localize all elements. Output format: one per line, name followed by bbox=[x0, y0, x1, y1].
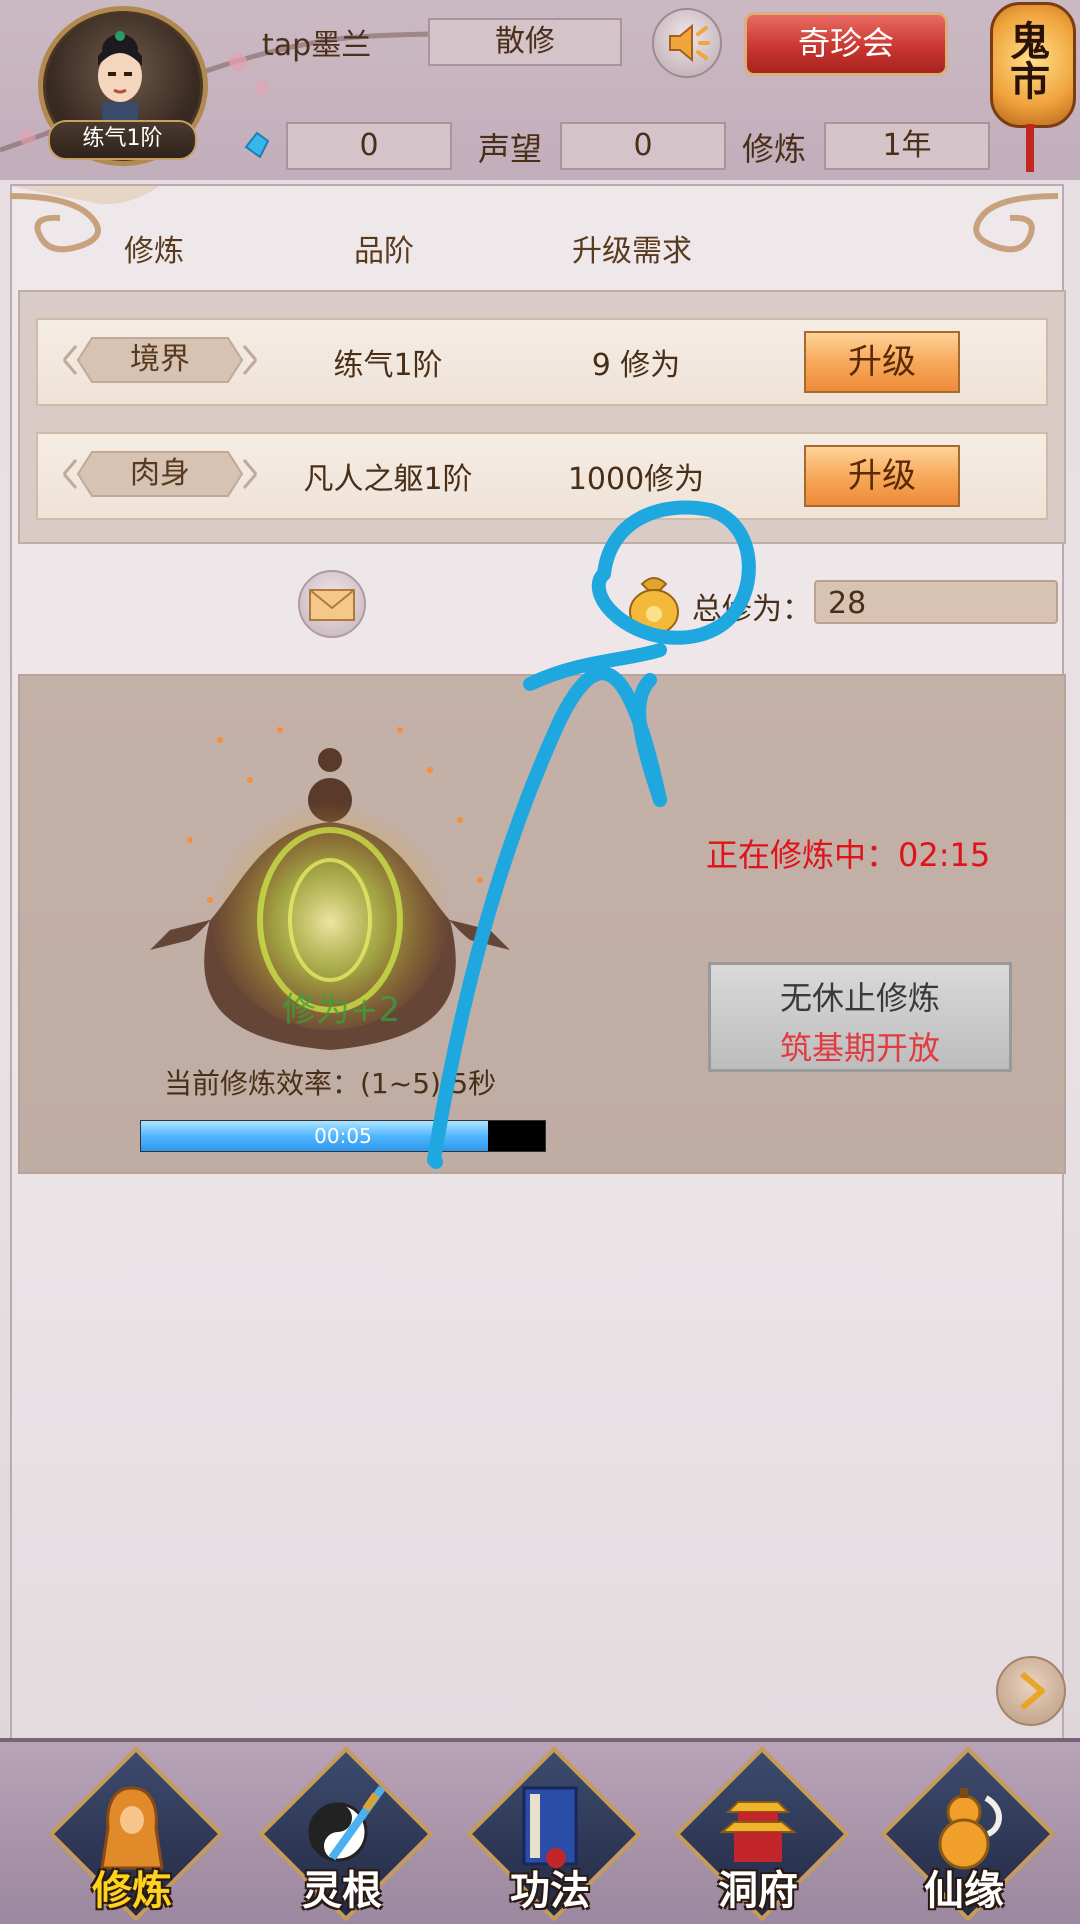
nav-item-techniques[interactable]: 功法 bbox=[466, 1746, 642, 1922]
nav-item-immortal-fate[interactable]: 仙缘 bbox=[880, 1746, 1056, 1922]
endless-cultivation-label: 无休止修炼 bbox=[779, 979, 940, 1017]
player-name: tap墨兰 bbox=[262, 28, 372, 63]
sound-toggle-button[interactable] bbox=[652, 8, 722, 78]
cultivation-gain-popup: 修为+2 bbox=[282, 990, 401, 1030]
cultivation-status: 正在修炼中：02:15 bbox=[706, 836, 991, 874]
nav-label: 灵根 bbox=[302, 1868, 382, 1914]
body-tag-label: 肉身 bbox=[130, 456, 190, 491]
body-upgrade-button[interactable]: 升级 bbox=[804, 445, 960, 507]
endless-cultivation-unlock-note: 筑基期开放 bbox=[779, 1029, 940, 1067]
nav-item-cultivation[interactable]: 修炼 bbox=[48, 1746, 224, 1922]
nav-label: 功法 bbox=[510, 1868, 590, 1914]
column-header-grade: 品阶 bbox=[354, 234, 414, 269]
total-cultivation-label: 总修为： bbox=[692, 592, 812, 627]
cultivation-bag-icon[interactable] bbox=[624, 568, 684, 636]
body-grade: 凡人之躯1阶 bbox=[303, 462, 473, 497]
cultivation-years-value: 1年 bbox=[824, 122, 990, 170]
avatar-portrait-icon bbox=[98, 31, 142, 122]
column-header-cultivation: 修炼 bbox=[124, 234, 184, 269]
cultivation-efficiency: 当前修炼效率：(1~5)/5秒 bbox=[164, 1067, 497, 1100]
speaker-icon bbox=[669, 23, 710, 63]
column-header-requirement: 升级需求 bbox=[572, 234, 692, 269]
nav-label: 仙缘 bbox=[924, 1868, 1004, 1914]
endless-cultivation-button[interactable]: 无休止修炼 筑基期开放 bbox=[708, 962, 1012, 1072]
cloud-ornament-right bbox=[973, 193, 1058, 253]
reputation-value: 0 bbox=[560, 122, 726, 170]
nav-label: 修炼 bbox=[92, 1868, 172, 1914]
body-tag: 肉身 bbox=[62, 448, 258, 500]
realm-tag: 境界 bbox=[62, 334, 258, 386]
reputation-label: 声望 bbox=[478, 130, 543, 168]
ghost-market-label: 鬼市 bbox=[1010, 19, 1050, 105]
nav-item-cave-dwelling[interactable]: 洞府 bbox=[674, 1746, 850, 1922]
next-page-button[interactable] bbox=[996, 1656, 1066, 1726]
envelope-icon bbox=[309, 589, 355, 621]
spirit-gem-icon bbox=[244, 132, 270, 158]
mail-button[interactable] bbox=[298, 570, 366, 638]
sect-box: 散修 bbox=[428, 18, 622, 66]
total-cultivation-value: 28 bbox=[814, 580, 1058, 624]
nav-label: 洞府 bbox=[718, 1868, 798, 1914]
nav-item-spirit-root[interactable]: 灵根 bbox=[258, 1746, 434, 1922]
realm-tag-label: 境界 bbox=[130, 342, 190, 377]
progress-timer: 00:05 bbox=[314, 1124, 372, 1148]
treasure-auction-button[interactable]: 奇珍会 bbox=[744, 12, 948, 76]
realm-grade: 练气1阶 bbox=[333, 348, 443, 383]
player-level-badge: 练气1阶 bbox=[48, 120, 197, 160]
body-requirement: 1000修为 bbox=[567, 462, 705, 497]
gem-count: 0 bbox=[286, 122, 452, 170]
cultivation-years-label: 修炼 bbox=[742, 130, 807, 168]
chevron-right-icon bbox=[1020, 1671, 1045, 1711]
lantern-tassel bbox=[1026, 124, 1034, 172]
cultivation-progress-bar: 00:05 bbox=[140, 1120, 546, 1152]
realm-requirement: 9 修为 bbox=[591, 348, 681, 383]
realm-upgrade-button[interactable]: 升级 bbox=[804, 331, 960, 393]
